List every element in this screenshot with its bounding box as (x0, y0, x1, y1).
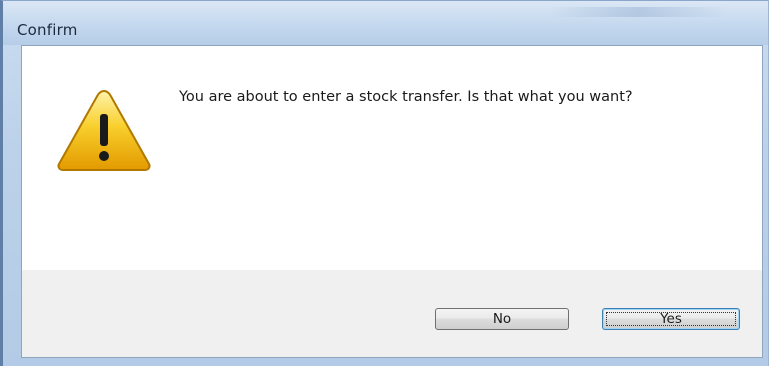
title-bar[interactable]: Confirm (3, 1, 768, 45)
no-button-label: No (492, 311, 512, 327)
no-button[interactable]: No (435, 308, 569, 330)
dialog-body: You are about to enter a stock transfer.… (21, 45, 763, 358)
confirm-message: You are about to enter a stock transfer.… (179, 89, 633, 105)
confirm-dialog: Confirm You are about to enter a stock t… (0, 0, 769, 366)
yes-button[interactable]: Yes (602, 308, 740, 330)
warning-icon (57, 89, 151, 171)
yes-button-label: Yes (660, 311, 682, 327)
window-title: Confirm (17, 21, 78, 39)
